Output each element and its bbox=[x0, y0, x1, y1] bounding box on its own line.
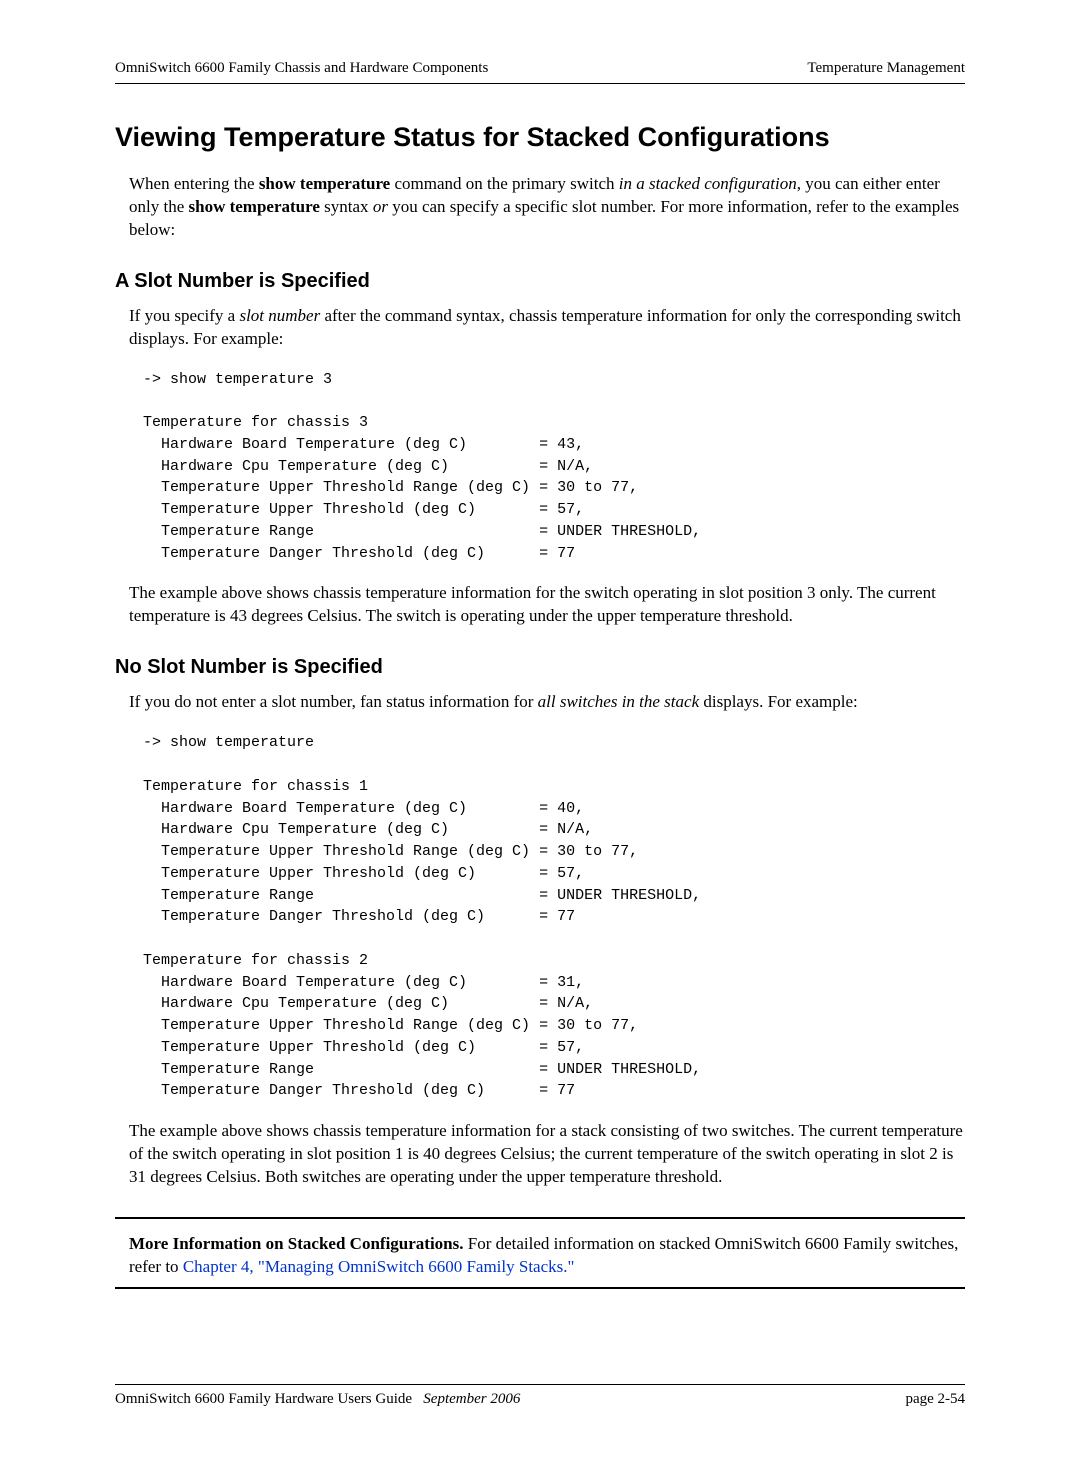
intro-paragraph: When entering the show temperature comma… bbox=[129, 173, 965, 242]
text-italic: or bbox=[373, 197, 388, 216]
code-block-no-slot: -> show temperature Temperature for chas… bbox=[143, 732, 965, 1102]
footer-guide-name: OmniSwitch 6600 Family Hardware Users Gu… bbox=[115, 1391, 412, 1407]
divider bbox=[115, 1287, 965, 1289]
section2-after-paragraph: The example above shows chassis temperat… bbox=[129, 1120, 965, 1189]
command-name: show temperature bbox=[189, 197, 320, 216]
section1-after-paragraph: The example above shows chassis temperat… bbox=[129, 582, 965, 628]
divider bbox=[115, 1217, 965, 1219]
note-block: More Information on Stacked Configuratio… bbox=[129, 1233, 965, 1279]
footer-page-number: page 2-54 bbox=[905, 1391, 965, 1408]
text: If you do not enter a slot number, fan s… bbox=[129, 692, 538, 711]
section2-paragraph: If you do not enter a slot number, fan s… bbox=[129, 691, 965, 714]
section1-paragraph: If you specify a slot number after the c… bbox=[129, 305, 965, 351]
text-italic: all switches in the stack bbox=[538, 692, 699, 711]
text: command on the primary switch bbox=[390, 174, 619, 193]
text: displays. For example: bbox=[699, 692, 858, 711]
footer-left: OmniSwitch 6600 Family Hardware Users Gu… bbox=[115, 1391, 520, 1408]
note-title: More Information on Stacked Configuratio… bbox=[129, 1234, 464, 1253]
footer-date: September 2006 bbox=[423, 1391, 520, 1407]
page-content: OmniSwitch 6600 Family Chassis and Hardw… bbox=[0, 0, 1080, 1458]
header-right: Temperature Management bbox=[807, 60, 965, 77]
text: syntax bbox=[320, 197, 373, 216]
section-heading-slot-specified: A Slot Number is Specified bbox=[115, 270, 965, 293]
text-italic: slot number bbox=[239, 306, 320, 325]
code-block-slot-specified: -> show temperature 3 Temperature for ch… bbox=[143, 369, 965, 565]
header-left: OmniSwitch 6600 Family Chassis and Hardw… bbox=[115, 60, 488, 77]
page-footer: OmniSwitch 6600 Family Hardware Users Gu… bbox=[115, 1384, 965, 1408]
text: If you specify a bbox=[129, 306, 239, 325]
command-name: show temperature bbox=[259, 174, 390, 193]
text: When entering the bbox=[129, 174, 259, 193]
text-italic: in a stacked configuration bbox=[619, 174, 797, 193]
section-heading-no-slot: No Slot Number is Specified bbox=[115, 656, 965, 679]
page-header: OmniSwitch 6600 Family Chassis and Hardw… bbox=[115, 60, 965, 84]
page-title: Viewing Temperature Status for Stacked C… bbox=[115, 122, 965, 153]
cross-reference-link[interactable]: Chapter 4, "Managing OmniSwitch 6600 Fam… bbox=[183, 1257, 575, 1276]
